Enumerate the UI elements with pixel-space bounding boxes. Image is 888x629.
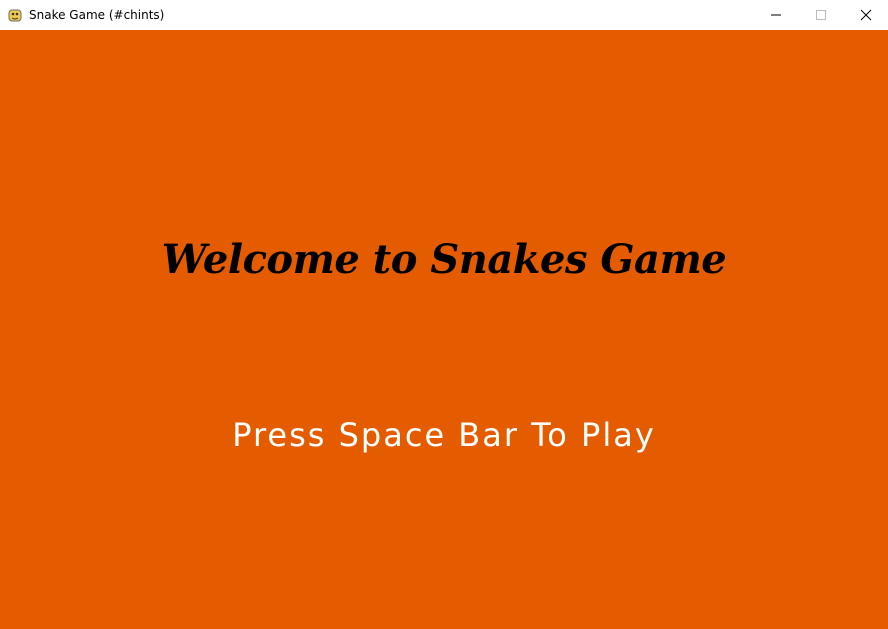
- maximize-button[interactable]: [798, 0, 843, 30]
- minimize-icon: [770, 14, 781, 16]
- maximize-icon: [815, 10, 826, 20]
- app-window: Snake Game (#chints) Welcome to Snakes G…: [0, 0, 888, 629]
- start-prompt: Press Space Bar To Play: [232, 416, 656, 454]
- game-canvas[interactable]: Welcome to Snakes Game Press Space Bar T…: [0, 30, 888, 629]
- close-icon: [860, 9, 871, 21]
- close-button[interactable]: [843, 0, 888, 30]
- welcome-title: Welcome to Snakes Game: [161, 236, 727, 283]
- title-bar[interactable]: Snake Game (#chints): [0, 0, 888, 30]
- pygame-snake-icon: [7, 7, 23, 23]
- minimize-button[interactable]: [753, 0, 798, 30]
- window-controls: [753, 0, 888, 30]
- window-title: Snake Game (#chints): [29, 8, 165, 22]
